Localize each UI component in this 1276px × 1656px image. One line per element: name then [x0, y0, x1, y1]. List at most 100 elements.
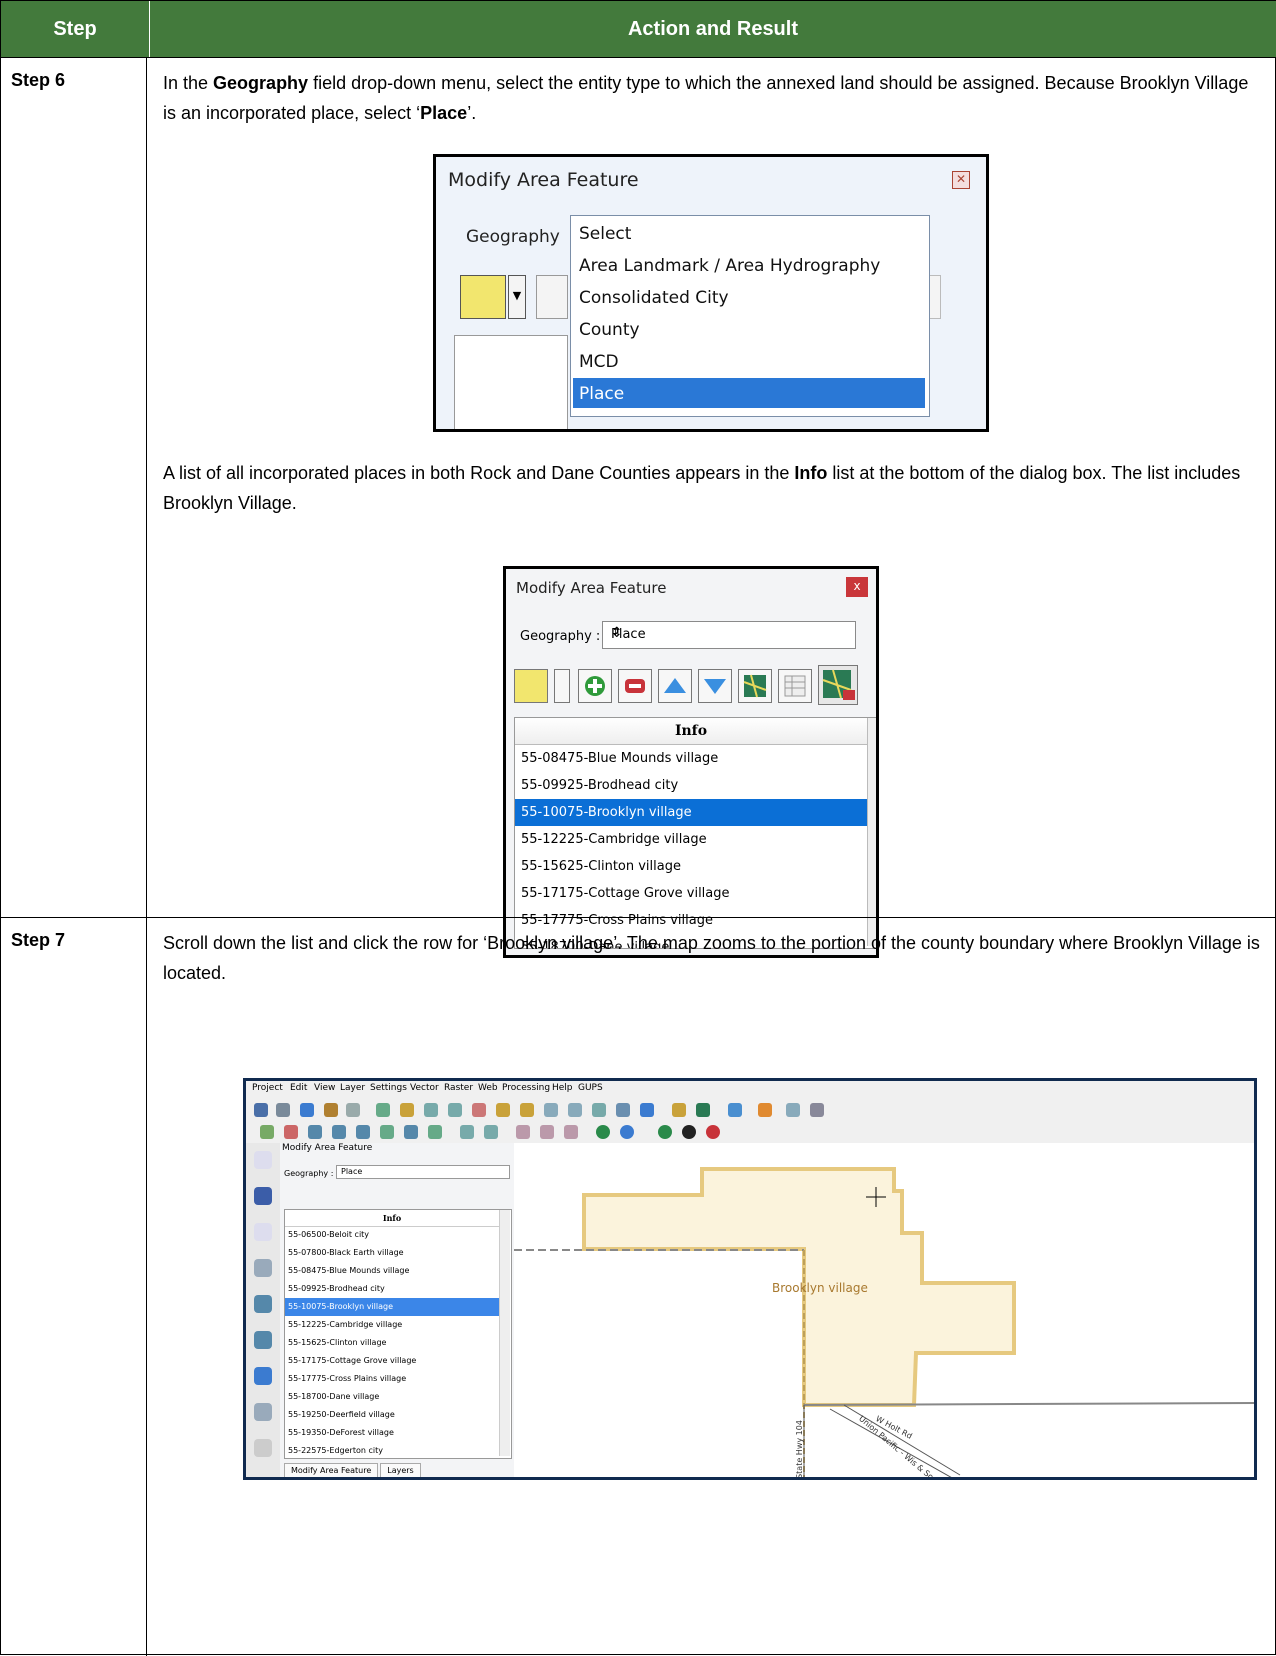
menu-item[interactable]: Help — [552, 1083, 573, 1093]
add-wms-icon[interactable] — [254, 1331, 272, 1349]
tool-icon[interactable] — [460, 1125, 474, 1139]
list-item[interactable]: 55-08475-Blue Mounds village — [285, 1262, 499, 1280]
list-item[interactable]: 55-19250-Deerfield village — [285, 1406, 499, 1424]
select-tool-icon[interactable] — [460, 275, 506, 319]
gear-icon[interactable] — [786, 1103, 800, 1117]
tool-icon[interactable] — [544, 1103, 558, 1117]
list-item[interactable]: 55-17775-Cross Plains village — [285, 1370, 499, 1388]
list-item[interactable]: 55-08475-Blue Mounds village — [515, 745, 867, 772]
table-icon[interactable] — [356, 1125, 370, 1139]
list-item[interactable]: 55-17175-Cottage Grove village — [285, 1352, 499, 1370]
tool-icon[interactable] — [592, 1103, 606, 1117]
list-item-selected[interactable]: 55-10075-Brooklyn village — [515, 799, 867, 826]
menu-item[interactable]: Processing — [502, 1083, 550, 1093]
menu-item[interactable]: GUPS — [578, 1083, 603, 1093]
geography-select[interactable]: Place ⇕ — [602, 621, 856, 649]
tool-icon[interactable] — [672, 1103, 686, 1117]
add-db-icon[interactable] — [254, 1295, 272, 1313]
digitize-icon[interactable] — [260, 1125, 274, 1139]
globe-icon[interactable] — [596, 1125, 610, 1139]
list-item[interactable]: 55-19350-DeForest village — [285, 1424, 499, 1442]
map-tool-icon[interactable] — [696, 1103, 710, 1117]
menu-item[interactable]: Layer — [340, 1083, 365, 1093]
menu-item[interactable]: Web — [478, 1083, 498, 1093]
map-icon[interactable] — [738, 669, 772, 703]
split-icon[interactable] — [424, 1103, 438, 1117]
tab-modify-area-feature[interactable]: Modify Area Feature — [284, 1463, 379, 1477]
chevron-down-icon[interactable]: ▼ — [508, 275, 526, 319]
list-item[interactable]: 55-12225-Cambridge village — [285, 1316, 499, 1334]
vertical-scrollbar[interactable] — [499, 1210, 510, 1456]
menu-item[interactable]: View — [314, 1083, 335, 1093]
list-item[interactable]: 55-09925-Brodhead city — [285, 1280, 499, 1298]
digitize-icon[interactable] — [308, 1125, 322, 1139]
add-delimited-icon[interactable] — [254, 1223, 272, 1241]
dropdown-option[interactable]: MCD — [579, 352, 619, 372]
chevron-down-icon[interactable] — [554, 669, 570, 703]
dropdown-option[interactable]: County — [579, 320, 640, 340]
zoom-icon[interactable] — [332, 1125, 346, 1139]
redo-icon[interactable] — [520, 1103, 534, 1117]
close-icon[interactable]: ✕ — [952, 171, 970, 189]
list-item-selected[interactable]: 55-10075-Brooklyn village — [285, 1298, 499, 1316]
menu-item[interactable]: Settings — [370, 1083, 407, 1093]
list-item[interactable]: 55-18700-Dane village — [285, 1388, 499, 1406]
merge-icon[interactable] — [448, 1103, 462, 1117]
tool-icon[interactable] — [428, 1125, 442, 1139]
list-item[interactable]: 55-17175-Cottage Grove village — [515, 880, 867, 907]
remove-map-icon[interactable] — [818, 665, 858, 705]
tab-layers[interactable]: Layers — [380, 1463, 421, 1477]
add-icon[interactable] — [578, 669, 612, 703]
dropdown-option[interactable]: Consolidated City — [579, 288, 729, 308]
add-wfs-icon[interactable] — [254, 1403, 272, 1421]
add-raster-icon[interactable] — [254, 1187, 272, 1205]
close-button[interactable]: x — [846, 577, 868, 597]
dropdown-option-selected[interactable]: Place — [579, 384, 624, 404]
plus-icon[interactable] — [658, 1125, 672, 1139]
list-item[interactable]: 55-12225-Cambridge village — [515, 826, 867, 853]
globe-icon[interactable] — [254, 1367, 272, 1385]
list-item[interactable]: 55-07800-Black Earth village — [285, 1244, 499, 1262]
star-icon[interactable] — [682, 1125, 696, 1139]
menu-item[interactable]: Vector — [410, 1083, 439, 1093]
add-layer-icon[interactable] — [254, 1259, 272, 1277]
identify-icon[interactable] — [324, 1103, 338, 1117]
dropdown-option[interactable]: Area Landmark / Area Hydrography — [579, 256, 880, 276]
tool-icon[interactable] — [810, 1103, 824, 1117]
list-item[interactable]: 55-15625-Clinton village — [285, 1334, 499, 1352]
new-layer-icon[interactable] — [254, 1439, 272, 1457]
tool-icon[interactable] — [516, 1125, 530, 1139]
map-canvas[interactable]: Brooklyn village State Hwy 104 W Holt Rd… — [514, 1143, 1254, 1477]
tool-icon[interactable] — [758, 1103, 772, 1117]
geography-select[interactable]: Place — [336, 1165, 510, 1179]
remove-icon[interactable] — [706, 1125, 720, 1139]
add-icon[interactable] — [536, 275, 568, 319]
tool-icon[interactable] — [484, 1125, 498, 1139]
undo-icon[interactable] — [496, 1103, 510, 1117]
menu-item[interactable]: Project — [252, 1083, 283, 1093]
tool-icon[interactable] — [728, 1103, 742, 1117]
tool-icon[interactable] — [404, 1125, 418, 1139]
layer-icon[interactable] — [276, 1103, 290, 1117]
table-icon[interactable] — [778, 669, 812, 703]
list-item[interactable]: 55-09925-Brodhead city — [515, 772, 867, 799]
tool-icon[interactable] — [616, 1103, 630, 1117]
select-tool-icon[interactable] — [514, 669, 548, 703]
tool-icon[interactable] — [564, 1125, 578, 1139]
list-item[interactable]: 55-06500-Beloit city — [285, 1226, 499, 1244]
globe-icon[interactable] — [620, 1125, 634, 1139]
tool-icon[interactable] — [380, 1125, 394, 1139]
menu-item[interactable]: Edit — [290, 1083, 307, 1093]
move-down-icon[interactable] — [698, 669, 732, 703]
select-icon[interactable] — [376, 1103, 390, 1117]
list-item[interactable]: 55-15625-Clinton village — [515, 853, 867, 880]
refresh-icon[interactable] — [640, 1103, 654, 1117]
add-vector-icon[interactable] — [254, 1151, 272, 1169]
move-up-icon[interactable] — [658, 669, 692, 703]
dropdown-option[interactable]: Select — [579, 224, 631, 244]
list-item[interactable]: 55-22575-Edgerton city — [285, 1442, 499, 1456]
pan-icon[interactable] — [346, 1103, 360, 1117]
menu-item[interactable]: Raster — [444, 1083, 473, 1093]
tool-icon[interactable] — [568, 1103, 582, 1117]
grid-icon[interactable] — [300, 1103, 314, 1117]
